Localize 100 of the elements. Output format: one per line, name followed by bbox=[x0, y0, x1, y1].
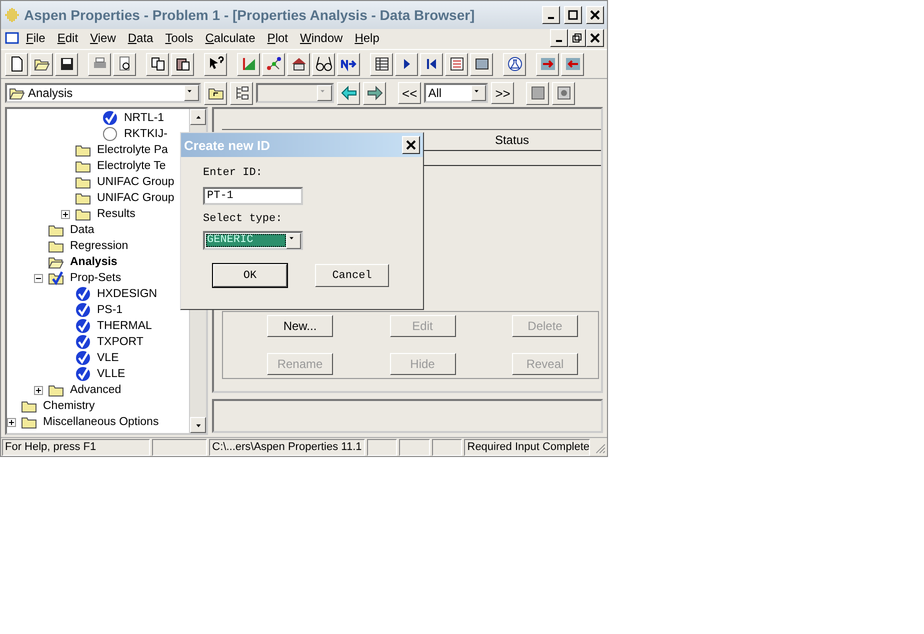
toolbar-button[interactable] bbox=[445, 52, 468, 76]
toolbar-button[interactable] bbox=[470, 52, 493, 76]
action-button[interactable]: New... bbox=[267, 315, 333, 337]
new-file-icon bbox=[8, 56, 24, 72]
tree-item[interactable]: Advanced bbox=[69, 384, 122, 396]
restore-icon bbox=[572, 33, 582, 43]
tree-item[interactable]: Chemistry bbox=[42, 400, 96, 412]
toolbar-button[interactable] bbox=[287, 52, 310, 76]
dialog-button[interactable]: OK bbox=[213, 264, 287, 287]
up-folder-button[interactable] bbox=[204, 82, 227, 104]
menu-item[interactable]: Calculate bbox=[199, 31, 262, 45]
toolbar-button[interactable] bbox=[113, 52, 136, 76]
toolbar-button[interactable] bbox=[395, 52, 418, 76]
window-title: Aspen Properties - Problem 1 - [Properties Analysis - Data Browser] bbox=[24, 7, 476, 23]
chart-icon bbox=[240, 56, 256, 72]
minimize-icon bbox=[556, 40, 562, 42]
expand-toggle[interactable] bbox=[61, 210, 70, 218]
status-path: C:\...ers\Aspen Properties 11.1 bbox=[209, 438, 365, 456]
menu-item[interactable]: Window bbox=[294, 31, 349, 45]
expand-toggle[interactable] bbox=[7, 418, 16, 426]
network-icon bbox=[266, 56, 282, 72]
tree-item[interactable]: VLE bbox=[96, 352, 120, 364]
toolbar-button[interactable] bbox=[337, 52, 360, 76]
close-button[interactable] bbox=[402, 136, 420, 154]
check-icon bbox=[75, 318, 91, 334]
menu-item[interactable]: File bbox=[20, 31, 52, 45]
filter-combo[interactable]: All bbox=[424, 83, 488, 103]
toolbar-button[interactable] bbox=[5, 52, 28, 76]
circle-icon bbox=[102, 126, 118, 142]
tree-item[interactable]: UNIFAC Group bbox=[96, 176, 176, 188]
back-button[interactable] bbox=[337, 82, 360, 104]
menu-item[interactable]: Edit bbox=[51, 31, 84, 45]
menu-item[interactable]: Data bbox=[122, 31, 160, 45]
menu-item[interactable]: Help bbox=[348, 31, 386, 45]
menu-item[interactable]: Plot bbox=[261, 31, 294, 45]
dialog-button[interactable]: Cancel bbox=[315, 264, 389, 287]
toolbar-button[interactable] bbox=[420, 52, 443, 76]
close-icon bbox=[590, 33, 600, 43]
checklist-icon bbox=[448, 56, 464, 72]
minimize-child-button[interactable] bbox=[550, 29, 568, 47]
forward-button[interactable] bbox=[363, 82, 386, 104]
tree-item[interactable]: Prop-Sets bbox=[69, 272, 122, 284]
menu-item[interactable]: Tools bbox=[159, 31, 200, 45]
tree-item[interactable]: Electrolyte Pa bbox=[96, 144, 169, 156]
toolbar-button[interactable] bbox=[30, 52, 53, 76]
table-icon bbox=[374, 56, 390, 72]
toolbar-button[interactable] bbox=[262, 52, 285, 76]
toolbar-button[interactable] bbox=[146, 52, 169, 76]
tree-item[interactable]: UNIFAC Group bbox=[96, 192, 176, 204]
folder-combo[interactable]: Analysis bbox=[5, 83, 201, 103]
menu-item[interactable]: View bbox=[84, 31, 122, 45]
status-text: For Help, press F1 bbox=[2, 438, 150, 456]
close-child-button[interactable] bbox=[586, 29, 604, 47]
tree-item[interactable]: HXDESIGN bbox=[96, 288, 158, 300]
house-icon bbox=[290, 56, 306, 72]
tree-item[interactable]: Electrolyte Te bbox=[96, 160, 167, 172]
tree-item[interactable]: NRTL-1 bbox=[123, 112, 166, 124]
next-button[interactable]: >> bbox=[491, 82, 514, 104]
toolbar-button[interactable] bbox=[312, 52, 335, 76]
tree-item[interactable]: RKTKIJ- bbox=[123, 128, 168, 140]
minimize-icon bbox=[548, 17, 554, 19]
check-icon bbox=[102, 110, 118, 126]
previous-button[interactable]: << bbox=[398, 82, 422, 104]
flask-icon bbox=[506, 56, 522, 72]
tree-item[interactable]: Regression bbox=[69, 240, 130, 252]
tree-item[interactable]: Analysis bbox=[69, 256, 118, 268]
tree-item[interactable]: Miscellaneous Options bbox=[42, 416, 160, 428]
expand-toggle[interactable] bbox=[34, 386, 43, 394]
tree-item[interactable]: Results bbox=[96, 208, 136, 220]
document-icon bbox=[4, 30, 20, 46]
close-button[interactable] bbox=[586, 6, 604, 24]
tree-item[interactable]: TXPORT bbox=[96, 336, 144, 348]
toolbar-button[interactable] bbox=[171, 52, 194, 76]
tree-item[interactable]: THERMAL bbox=[96, 320, 153, 332]
maximize-button[interactable] bbox=[564, 6, 582, 24]
tree-item[interactable]: PS-1 bbox=[96, 304, 124, 316]
toolbar-button[interactable] bbox=[55, 52, 78, 76]
status-text: Required Input Complete bbox=[464, 438, 590, 456]
id-input-field[interactable]: PT-1 bbox=[203, 187, 303, 205]
column-header: Status bbox=[494, 133, 529, 147]
checked-folder-icon bbox=[48, 270, 64, 286]
toolbar-button[interactable] bbox=[503, 52, 526, 76]
minimize-button[interactable] bbox=[542, 6, 560, 24]
dialog-title: Create new ID bbox=[184, 138, 271, 152]
type-dropdown[interactable]: GENERIC bbox=[203, 231, 303, 250]
paste-icon bbox=[174, 56, 190, 72]
maximize-icon bbox=[568, 10, 578, 20]
collapse-toggle[interactable] bbox=[34, 274, 43, 282]
copy-icon bbox=[150, 56, 166, 72]
tree-item[interactable]: Data bbox=[69, 224, 96, 236]
tree-view-button[interactable] bbox=[230, 82, 253, 104]
restore-child-button[interactable] bbox=[568, 29, 586, 47]
toolbar-button[interactable] bbox=[370, 52, 393, 76]
check-icon bbox=[75, 350, 91, 366]
toolbar-button[interactable] bbox=[204, 52, 227, 76]
tree-view-icon bbox=[234, 85, 250, 101]
app-logo-icon bbox=[4, 7, 20, 23]
print-preview-icon bbox=[116, 56, 132, 72]
tree-item[interactable]: VLLE bbox=[96, 368, 126, 380]
field-label: Select type: bbox=[203, 213, 282, 225]
